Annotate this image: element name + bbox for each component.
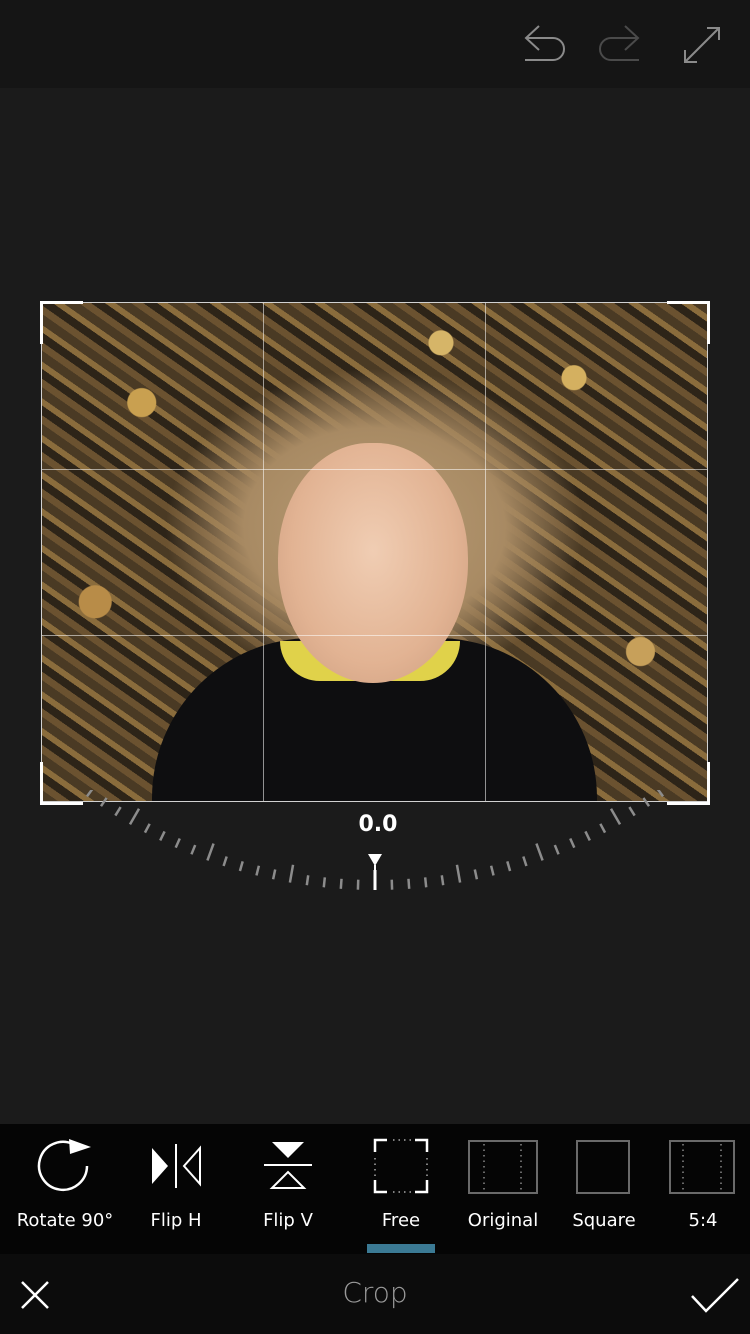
tool-free[interactable]: Free xyxy=(354,1124,448,1254)
dial-tick xyxy=(128,808,141,825)
free-crop-icon xyxy=(373,1138,429,1194)
expand-icon xyxy=(684,27,720,63)
selected-tool-indicator xyxy=(367,1244,435,1253)
dial-tick xyxy=(642,797,651,807)
ratio-5-4-icon xyxy=(669,1140,735,1194)
dial-tick xyxy=(569,837,576,849)
photo-face xyxy=(278,443,468,683)
checkmark-icon[interactable] xyxy=(688,1276,742,1316)
dial-tick xyxy=(628,806,636,817)
crop-handle-top-left[interactable] xyxy=(40,301,83,344)
crop-toolbar: Rotate 90° Flip H Flip V Free Original S… xyxy=(0,1124,750,1254)
dial-tick xyxy=(489,865,495,876)
redo-button[interactable] xyxy=(597,20,647,70)
photo[interactable] xyxy=(42,303,707,801)
redo-icon xyxy=(599,25,640,61)
dial-tick xyxy=(305,875,310,886)
original-ratio-icon xyxy=(468,1140,538,1194)
grid-line-vertical xyxy=(485,303,486,801)
dial-tick xyxy=(143,823,151,834)
flip-vertical-icon xyxy=(264,1142,312,1189)
dial-tick xyxy=(222,856,228,867)
dial-tick xyxy=(238,861,244,872)
dial-tick xyxy=(535,843,544,861)
square-ratio-icon xyxy=(576,1140,630,1194)
tool-flip-h[interactable]: Flip H xyxy=(126,1124,226,1254)
dial-tick xyxy=(114,806,122,817)
dial-tick xyxy=(440,875,445,886)
dial-tick xyxy=(584,830,591,841)
screen-title: Crop xyxy=(342,1276,408,1309)
dial-tick xyxy=(206,843,215,861)
grid-line-horizontal xyxy=(42,635,707,636)
dial-tick xyxy=(159,830,166,841)
tool-5-4-label: 5:4 xyxy=(688,1210,718,1231)
dial-tick xyxy=(609,808,622,825)
tool-free-label: Free xyxy=(381,1210,421,1231)
tool-square[interactable]: Square xyxy=(562,1124,646,1254)
dial-tick xyxy=(455,864,462,883)
tool-original[interactable]: Original xyxy=(460,1124,546,1254)
tool-original-label: Original xyxy=(467,1210,539,1231)
undo-icon xyxy=(524,25,565,61)
grid-line-horizontal xyxy=(42,469,707,470)
tool-flip-h-label: Flip H xyxy=(150,1210,202,1231)
bottom-bar: Crop xyxy=(0,1254,750,1334)
dial-tick xyxy=(174,837,181,849)
dial-pointer-icon xyxy=(368,854,382,866)
tool-square-label: Square xyxy=(572,1210,636,1231)
top-bar xyxy=(0,0,750,88)
rotate-icon xyxy=(37,1139,91,1192)
crop-handle-top-right[interactable] xyxy=(667,301,710,344)
grid-line-vertical xyxy=(263,303,264,801)
dial-tick xyxy=(407,878,411,889)
dial-tick xyxy=(322,877,327,888)
dial-tick xyxy=(255,865,261,876)
dial-tick xyxy=(423,877,428,888)
flip-horizontal-icon xyxy=(152,1144,201,1188)
dial-tick xyxy=(271,869,277,880)
dial-tick xyxy=(85,790,94,798)
dial-tick xyxy=(339,878,343,889)
dial-tick xyxy=(553,844,560,855)
dial-tick xyxy=(190,844,197,855)
tool-5-4[interactable]: 5:4 xyxy=(664,1124,742,1254)
dial-tick xyxy=(99,797,108,807)
dial-tick xyxy=(473,869,479,880)
tool-flip-v-label: Flip V xyxy=(263,1210,313,1231)
dial-tick xyxy=(288,864,295,883)
dial-tick xyxy=(656,790,665,798)
dial-tick xyxy=(506,861,512,872)
dial-tick xyxy=(522,856,528,867)
tool-flip-v[interactable]: Flip V xyxy=(238,1124,338,1254)
straighten-dial[interactable] xyxy=(0,790,750,920)
tool-rotate-label: Rotate 90° xyxy=(16,1210,114,1231)
dial-tick xyxy=(599,823,607,834)
tool-rotate-90[interactable]: Rotate 90° xyxy=(14,1124,116,1254)
expand-button[interactable] xyxy=(677,20,727,70)
undo-button[interactable] xyxy=(517,20,567,70)
